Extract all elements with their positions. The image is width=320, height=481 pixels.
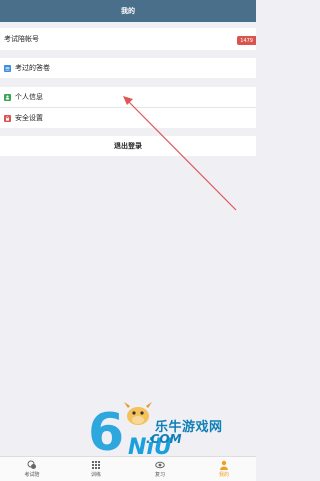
tab-exam[interactable]: 考试陪	[0, 457, 64, 481]
tab-mine[interactable]: 我的	[192, 457, 256, 481]
tab-train-label: 训练	[90, 472, 101, 478]
menu-item-exams-label: 考过的答卷	[15, 64, 50, 72]
account-row[interactable]: 考试陪帐号 1479	[0, 28, 256, 50]
paper-icon	[4, 64, 11, 72]
menu-item-profile[interactable]: 个人信息	[0, 87, 256, 107]
lock-icon	[4, 114, 11, 122]
watermark-domain: .COM	[146, 432, 182, 446]
user-icon	[220, 460, 228, 470]
tab-mine-label: 我的	[218, 472, 229, 478]
tab-train[interactable]: 训练	[64, 457, 128, 481]
menu-item-profile-label: 个人信息	[15, 93, 43, 101]
tab-review-label: 复习	[154, 472, 165, 478]
menu-item-security[interactable]: 安全设置	[0, 108, 256, 128]
page-title: 我的	[121, 7, 135, 15]
account-label: 考试陪帐号	[4, 35, 39, 43]
logout-label: 退出登录	[114, 142, 142, 150]
grid-icon	[92, 461, 100, 469]
tab-exam-label: 考试陪	[24, 472, 40, 478]
chat-icon	[27, 460, 36, 469]
logout-button[interactable]: 退出登录	[0, 136, 256, 156]
tab-review[interactable]: 复习	[128, 457, 192, 481]
menu-item-exams[interactable]: 考过的答卷	[0, 58, 256, 78]
page-header: 我的	[0, 0, 256, 22]
account-badge: 1479	[237, 36, 256, 45]
menu-item-security-label: 安全设置	[15, 114, 43, 122]
tab-bar: 考试陪 训练 复习 我的	[0, 456, 256, 481]
svg-text:6: 6	[88, 403, 124, 456]
profile-icon	[4, 93, 11, 101]
eye-icon	[155, 461, 165, 469]
